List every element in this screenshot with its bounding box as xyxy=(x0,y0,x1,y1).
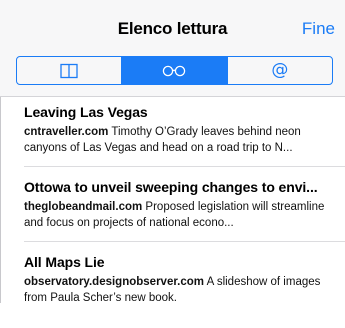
item-domain: theglobeandmail.com xyxy=(24,201,143,213)
page-title: Elenco lettura xyxy=(117,19,228,38)
at-icon: @ xyxy=(271,60,289,80)
item-title: All Maps Lie xyxy=(24,254,105,270)
list-item[interactable]: All Maps Lie observatory.designobserver.… xyxy=(24,254,345,316)
tab-shared-links[interactable]: @ xyxy=(226,57,332,84)
glasses-icon xyxy=(161,65,187,77)
item-description: theglobeandmail.com Proposed legislation… xyxy=(24,199,336,231)
item-title: Ottowa to unveil sweeping changes to env… xyxy=(24,179,318,195)
done-button[interactable]: Fine xyxy=(302,19,335,39)
item-domain: cntraveller.com xyxy=(24,126,109,138)
list-item[interactable]: Ottowa to unveil sweeping changes to env… xyxy=(24,179,345,242)
tab-bookmarks[interactable] xyxy=(17,57,121,84)
reading-list: Leaving Las Vegas cntraveller.com Timoth… xyxy=(24,104,345,328)
tab-reading-list[interactable] xyxy=(121,57,227,84)
segmented-control: @ xyxy=(16,56,333,85)
navigation-bar: Elenco lettura Fine @ xyxy=(0,0,345,97)
item-description: observatory.designobserver.com A slidesh… xyxy=(24,274,336,306)
item-domain: observatory.designobserver.com xyxy=(24,276,205,288)
book-icon xyxy=(59,63,79,79)
list-item[interactable]: Leaving Las Vegas cntraveller.com Timoth… xyxy=(24,104,345,167)
item-description: cntraveller.com Timothy O’Grady leaves b… xyxy=(24,124,336,156)
item-title: Leaving Las Vegas xyxy=(24,104,148,120)
